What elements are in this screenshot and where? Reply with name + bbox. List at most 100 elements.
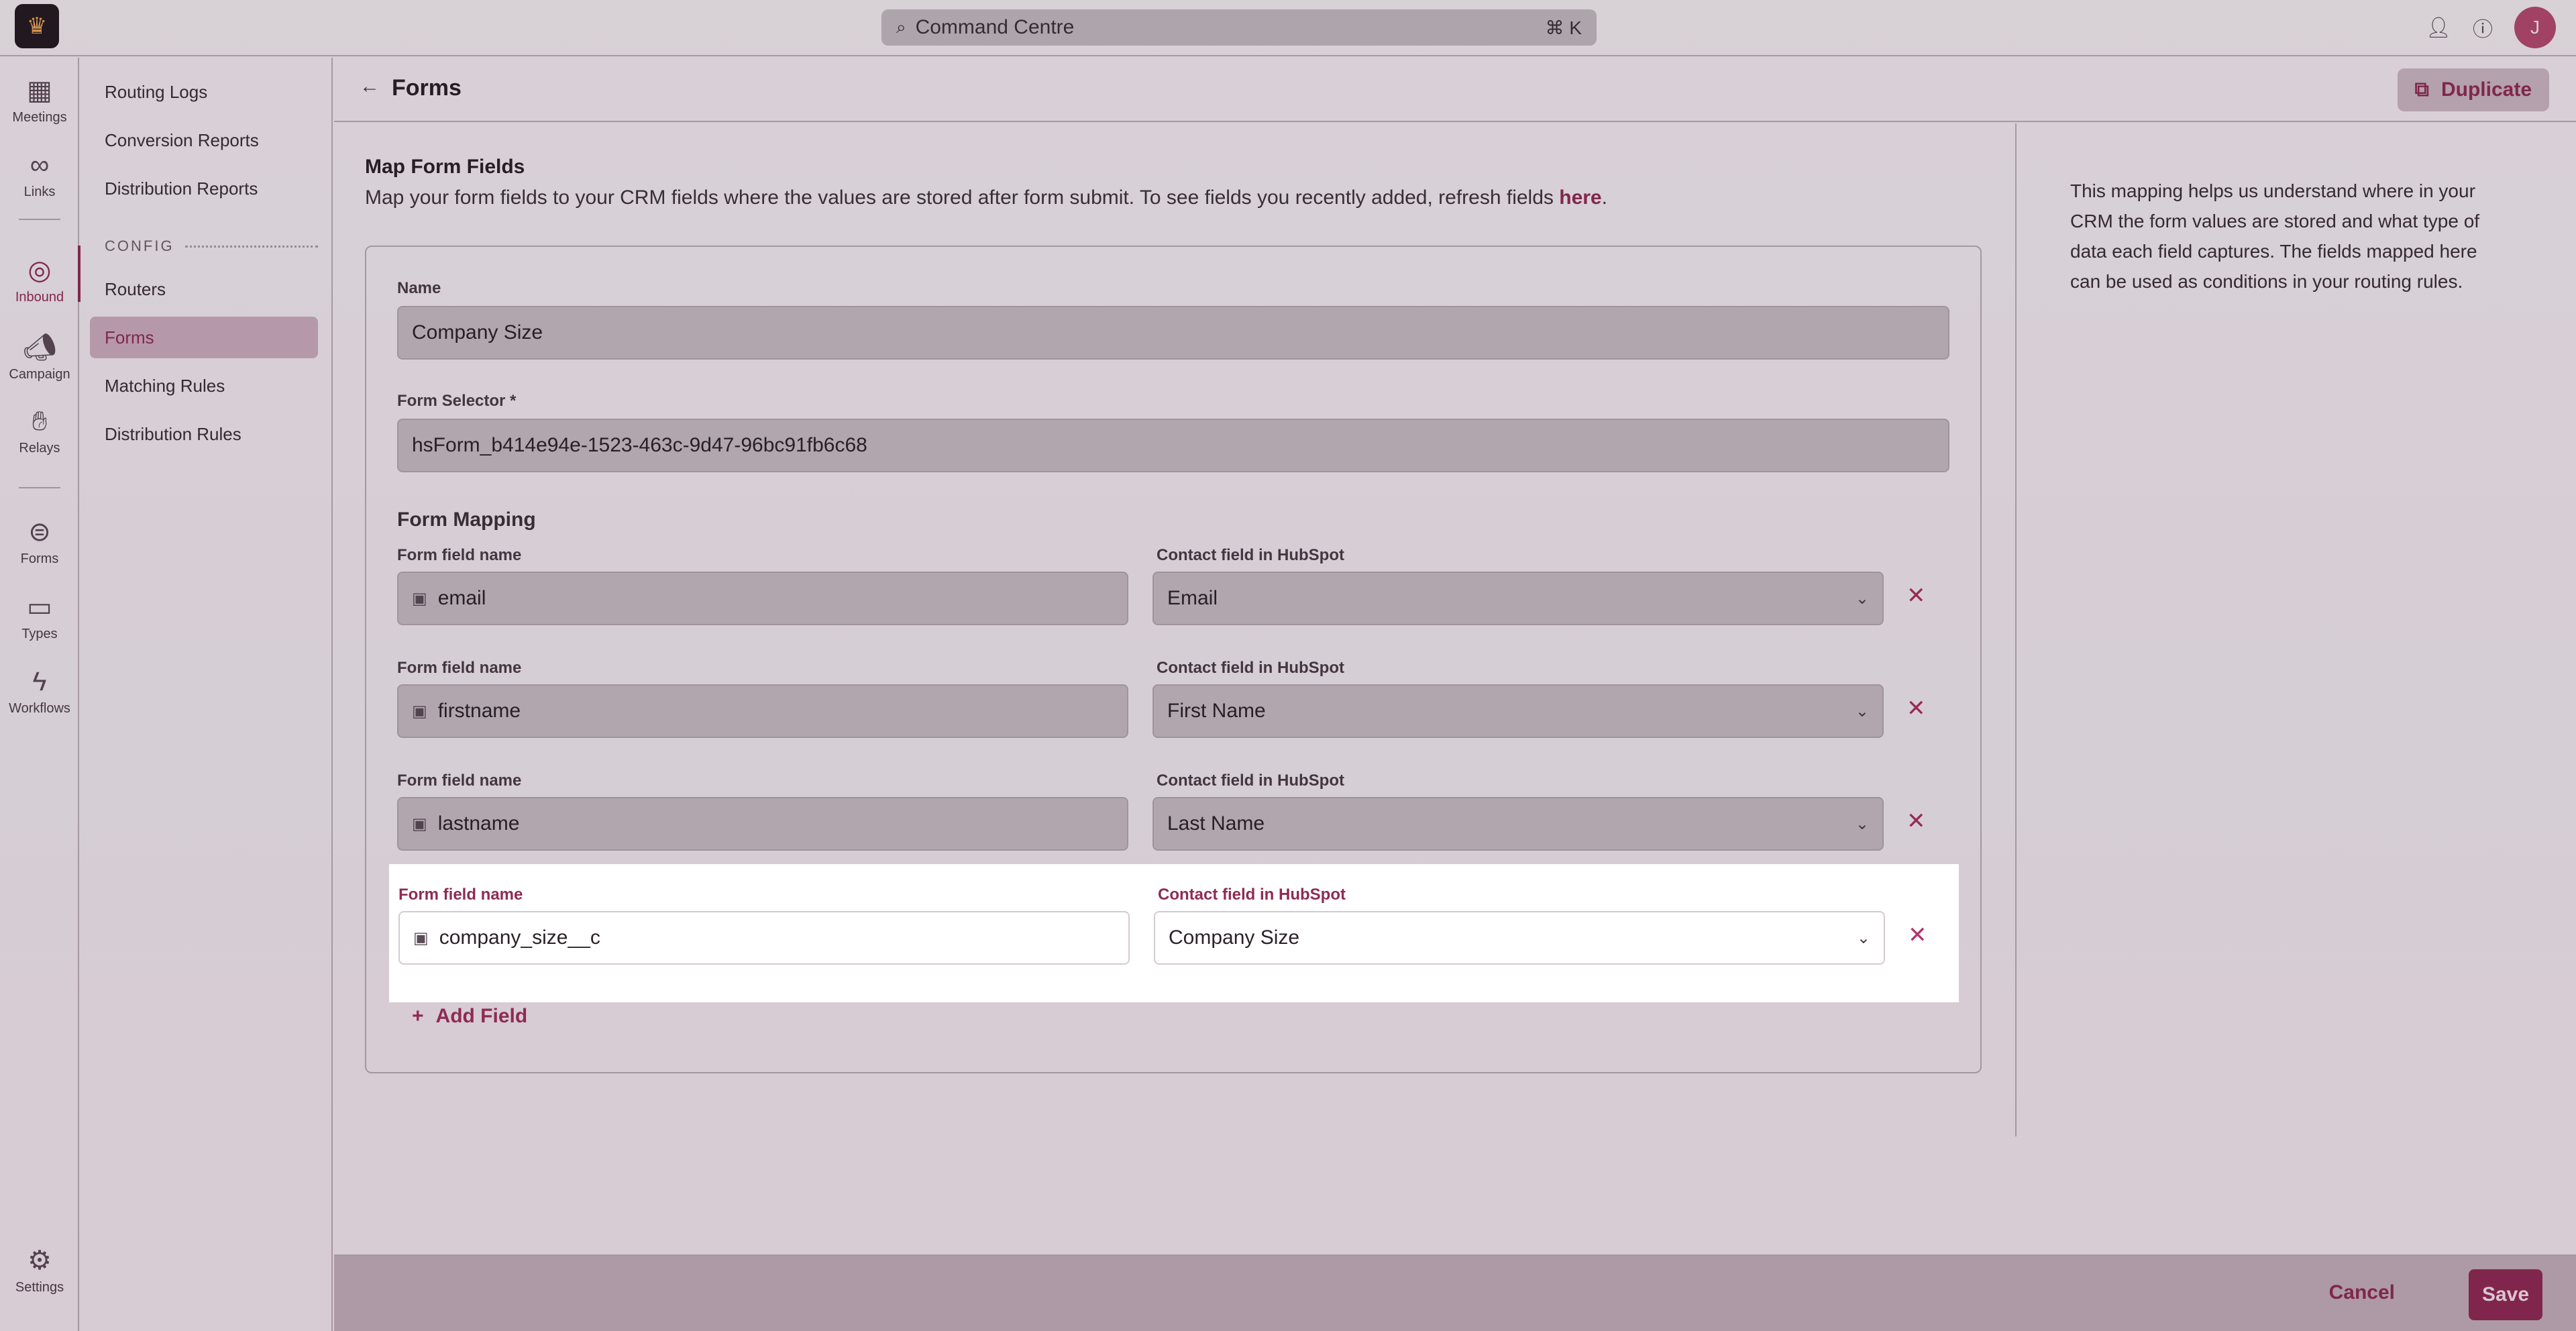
rail-item-workflows[interactable]: ϟ Workflows xyxy=(0,667,79,716)
form-field-input[interactable]: ▣ lastname xyxy=(397,797,1128,851)
form-field-name-label: Form field name xyxy=(397,546,522,564)
footer-bar: Cancel Save xyxy=(334,1255,2576,1331)
crm-field-label: Contact field in HubSpot xyxy=(1157,771,1344,790)
subnav-item-routing-logs[interactable]: Routing Logs xyxy=(90,71,318,113)
rail-item-relays[interactable]: ✋︎ Relays xyxy=(0,407,79,456)
calendar-icon: ▦ xyxy=(27,76,52,105)
rail-label: Workflows xyxy=(9,701,70,716)
form-field-input[interactable]: ▣ company_size__c xyxy=(398,911,1130,965)
section-desc-text: Map your form fields to your CRM fields … xyxy=(365,187,1560,209)
section-desc-end: . xyxy=(1601,187,1607,209)
bolt-icon: ϟ xyxy=(32,667,47,696)
rail-item-campaign[interactable]: 📣︎ Campaign xyxy=(0,331,79,382)
rail-item-meetings[interactable]: ▦ Meetings xyxy=(0,75,79,125)
form-field-name-label: Form field name xyxy=(397,659,522,677)
form-field-input[interactable]: ▣ firstname xyxy=(397,684,1128,738)
chevron-down-icon: ⌄ xyxy=(1855,589,1869,608)
megaphone-icon: 📣︎ xyxy=(22,333,57,362)
section-divider xyxy=(184,245,318,248)
form-field-name-label: Form field name xyxy=(397,771,522,790)
name-input[interactable]: Company Size xyxy=(397,306,1949,360)
save-button[interactable]: Save xyxy=(2469,1269,2542,1320)
rail-item-inbound[interactable]: ◎ Inbound xyxy=(0,246,80,305)
app-logo[interactable]: ♛ xyxy=(15,4,59,48)
crm-field-value: Email xyxy=(1167,587,1218,609)
crm-field-select[interactable]: First Name ⌄ xyxy=(1152,684,1884,738)
field-tag-icon: ▣ xyxy=(412,589,427,608)
form-selector-label: Form Selector * xyxy=(397,392,517,410)
logo-icon: ♛ xyxy=(26,13,48,39)
section-title: Map Form Fields xyxy=(365,156,525,178)
help-icon[interactable]: ⓘ xyxy=(2473,13,2493,42)
crm-field-value: Last Name xyxy=(1167,812,1265,835)
help-text: This mapping helps us understand where i… xyxy=(2070,180,2480,292)
section-label: CONFIG xyxy=(105,237,174,254)
forms-icon: ⊜ xyxy=(28,517,51,547)
remove-mapping-icon[interactable]: ✕ xyxy=(1907,582,1926,609)
subnav-item-routers[interactable]: Routers xyxy=(90,268,318,310)
cancel-button[interactable]: Cancel xyxy=(2329,1281,2395,1304)
rail-item-types[interactable]: ▭ Types xyxy=(0,592,79,642)
rail-item-forms[interactable]: ⊜ Forms xyxy=(0,517,79,567)
crm-field-label: Contact field in HubSpot xyxy=(1157,546,1344,564)
field-tag-icon: ▣ xyxy=(412,814,427,833)
command-centre-label: Command Centre xyxy=(915,16,1075,38)
config-section-header: CONFIG xyxy=(105,237,318,255)
section-description: Map your form fields to your CRM fields … xyxy=(365,187,1607,209)
rail-item-links[interactable]: ∞ Links xyxy=(0,150,79,200)
add-field-button[interactable]: + Add Field xyxy=(412,1005,527,1028)
form-field-value: company_size__c xyxy=(439,926,600,949)
subnav-item-forms[interactable]: Forms xyxy=(90,317,318,358)
crm-field-label: Contact field in HubSpot xyxy=(1158,886,1346,904)
shortcut-hint: ⌘ K xyxy=(1545,17,1582,38)
remove-mapping-icon[interactable]: ✕ xyxy=(1907,808,1926,835)
crm-field-value: Company Size xyxy=(1169,926,1300,949)
subnav-item-matching-rules[interactable]: Matching Rules xyxy=(90,365,318,407)
crm-field-select[interactable]: Last Name ⌄ xyxy=(1152,797,1884,851)
avatar[interactable]: J xyxy=(2514,7,2556,48)
form-field-input[interactable]: ▣ email xyxy=(397,572,1128,625)
target-icon: ◎ xyxy=(28,256,52,285)
rail-divider xyxy=(19,219,60,220)
chevron-down-icon: ⌄ xyxy=(1855,814,1869,833)
form-selector-value: hsForm_b414e94e-1523-463c-9d47-96bc91fb6… xyxy=(412,434,867,456)
subnav-item-distribution-reports[interactable]: Distribution Reports xyxy=(90,168,318,209)
rail-label: Campaign xyxy=(9,367,70,382)
top-icons: 👤︎ ⓘ J xyxy=(2426,7,2556,48)
crm-field-select[interactable]: Email ⌄ xyxy=(1152,572,1884,625)
crm-field-select[interactable]: Company Size ⌄ xyxy=(1154,911,1885,965)
refresh-fields-link[interactable]: here xyxy=(1559,187,1601,209)
page-header: ← Forms ⧉ Duplicate xyxy=(334,58,2576,122)
form-field-value: lastname xyxy=(437,812,520,835)
chevron-down-icon: ⌄ xyxy=(1856,928,1870,947)
rail-label: Relays xyxy=(19,441,60,456)
rail-label: Forms xyxy=(20,551,59,566)
add-field-label: Add Field xyxy=(435,1005,528,1027)
rail-label: Inbound xyxy=(15,290,64,305)
rail-divider xyxy=(19,487,60,488)
rail-item-settings[interactable]: ⚙ Settings xyxy=(0,1245,79,1295)
user-icon[interactable]: 👤︎ xyxy=(2426,16,2451,40)
subnav-item-conversion-reports[interactable]: Conversion Reports xyxy=(90,119,318,161)
copy-icon: ⧉ xyxy=(2414,78,2429,101)
duplicate-button[interactable]: ⧉ Duplicate xyxy=(2397,68,2549,111)
top-bar: ♛ ⌕ Command Centre ⌘ K 👤︎ ⓘ J xyxy=(0,0,2576,56)
relay-icon: ✋︎ xyxy=(32,407,48,436)
field-tag-icon: ▣ xyxy=(412,702,427,721)
remove-mapping-icon[interactable]: ✕ xyxy=(1908,922,1927,949)
sub-nav: Routing Logs Conversion Reports Distribu… xyxy=(80,58,333,1331)
link-icon: ∞ xyxy=(30,150,50,180)
plus-icon: + xyxy=(412,1005,424,1027)
form-selector-input[interactable]: hsForm_b414e94e-1523-463c-9d47-96bc91fb6… xyxy=(397,419,1949,472)
duplicate-label: Duplicate xyxy=(2440,78,2532,101)
remove-mapping-icon[interactable]: ✕ xyxy=(1907,695,1926,722)
crm-field-value: First Name xyxy=(1167,700,1266,722)
back-arrow-icon[interactable]: ← xyxy=(360,75,380,98)
command-centre-search[interactable]: ⌕ Command Centre ⌘ K xyxy=(881,9,1597,46)
subnav-item-distribution-rules[interactable]: Distribution Rules xyxy=(90,413,318,455)
rail-label: Settings xyxy=(15,1280,64,1295)
highlighted-mapping-row: Form field name Contact field in HubSpot… xyxy=(389,864,1959,1002)
rail-label: Meetings xyxy=(12,110,67,125)
name-label: Name xyxy=(397,279,441,297)
search-icon: ⌕ xyxy=(896,17,906,37)
